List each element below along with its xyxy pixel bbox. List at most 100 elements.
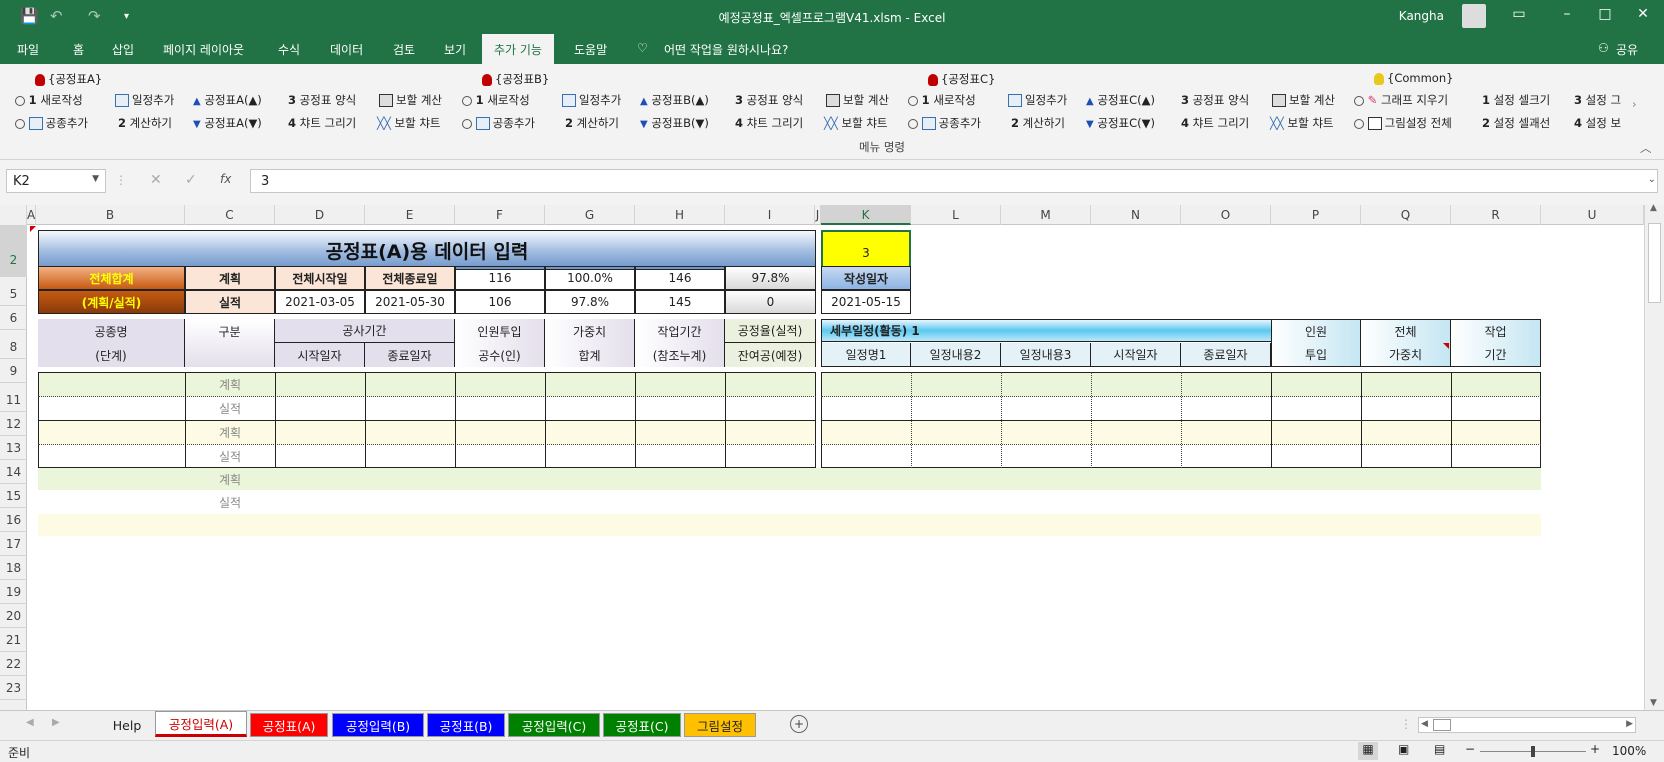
scroll-thumb-horizontal[interactable] <box>1433 719 1451 731</box>
new-button[interactable]: 새로작성 <box>487 93 529 107</box>
row-header-12[interactable]: 12 <box>0 412 27 436</box>
tab-process-input-b[interactable]: 공정입력(B) <box>332 713 424 737</box>
tell-me-search[interactable]: 어떤 작업을 원하시나요? <box>664 41 788 58</box>
plan-end-cell[interactable]: 2021-05-30 <box>365 290 455 314</box>
row-header-15[interactable]: 15 <box>0 484 27 508</box>
form-button[interactable]: 공정표 양식 <box>747 93 804 107</box>
radio-icon[interactable] <box>908 95 918 106</box>
row-header-23[interactable]: 23 <box>0 676 27 700</box>
zoom-slider-thumb[interactable] <box>1531 746 1535 757</box>
row-header-13[interactable]: 13 <box>0 436 27 460</box>
row-header-6[interactable]: 6 <box>0 306 27 330</box>
chevron-right-icon[interactable]: › <box>1632 97 1637 111</box>
next-sheet-icon[interactable]: ▶ <box>52 717 60 728</box>
tab-help[interactable]: 도움말 <box>574 41 607 58</box>
tab-process-chart-c[interactable]: 공정표(C) <box>603 713 681 737</box>
scroll-up-icon[interactable]: ▲ <box>1650 203 1657 213</box>
cell-i6[interactable]: 0 <box>725 290 816 314</box>
cell-size-button[interactable]: 설정 셀크기 <box>1494 93 1551 107</box>
column-header-i[interactable]: I <box>725 205 815 225</box>
close-icon[interactable]: ✕ <box>1628 6 1658 22</box>
radio-icon[interactable] <box>1354 118 1364 129</box>
column-header-r[interactable]: R <box>1451 205 1541 225</box>
tab-review[interactable]: 검토 <box>393 41 415 58</box>
cancel-icon[interactable]: ✕ <box>150 172 162 188</box>
radio-icon[interactable] <box>462 118 472 129</box>
maximize-icon[interactable]: □ <box>1590 6 1620 22</box>
calc-weight-button[interactable]: 보할 계산 <box>396 93 442 107</box>
fx-icon[interactable]: fx <box>220 172 231 186</box>
add-schedule-button[interactable]: 일정추가 <box>1025 93 1067 107</box>
form-button[interactable]: 공정표 양식 <box>1193 93 1250 107</box>
chart-c-down-button[interactable]: 공정표C(▼) <box>1097 116 1155 130</box>
weight-chart-button[interactable]: 보할 챠트 <box>842 116 888 130</box>
add-schedule-button[interactable]: 일정추가 <box>579 93 621 107</box>
chevron-down-icon[interactable]: ▼ <box>92 174 99 184</box>
row-header-16[interactable]: 16 <box>0 508 27 532</box>
tab-process-chart-b[interactable]: 공정표(B) <box>427 713 505 737</box>
cell-i5[interactable]: 97.8% <box>725 266 816 290</box>
column-header-f[interactable]: F <box>455 205 545 225</box>
cell-border-button[interactable]: 설정 셀괘선 <box>1494 116 1551 130</box>
row-header-21[interactable]: 21 <box>0 628 27 652</box>
clear-graph-button[interactable]: 그래프 지우기 <box>1381 93 1448 107</box>
tab-process-input-a[interactable]: 공정입력(A) <box>155 711 247 737</box>
add-schedule-button[interactable]: 일정추가 <box>132 93 174 107</box>
cell-g6[interactable]: 97.8% <box>545 290 635 314</box>
tab-data[interactable]: 데이터 <box>330 41 363 58</box>
column-header-a[interactable]: A <box>27 205 36 225</box>
chart-c-up-button[interactable]: 공정표C(▲) <box>1097 93 1155 107</box>
row-header-2[interactable]: 2 <box>0 225 27 277</box>
row-header-8[interactable]: 8 <box>0 335 27 359</box>
setting-4-button[interactable]: 설정 보 <box>1586 116 1621 130</box>
name-box[interactable]: K2 ▼ <box>6 169 106 193</box>
tab-view[interactable]: 보기 <box>444 41 466 58</box>
vertical-scrollbar[interactable]: ▲ ▼ <box>1644 203 1664 710</box>
row-header-9[interactable]: 9 <box>0 359 27 383</box>
share-button[interactable]: 공유 <box>1616 41 1638 58</box>
enter-icon[interactable]: ✓ <box>185 172 197 188</box>
radio-icon[interactable] <box>908 118 918 129</box>
user-name[interactable]: Kangha <box>1399 9 1444 23</box>
ribbon-display-icon[interactable]: ▭ <box>1504 6 1534 22</box>
tab-home[interactable]: 홈 <box>73 41 84 58</box>
cell-f6[interactable]: 106 <box>455 290 545 314</box>
column-header-l[interactable]: L <box>911 205 1001 225</box>
draw-chart-button[interactable]: 챠트 그리기 <box>747 116 804 130</box>
minimize-icon[interactable]: – <box>1552 6 1582 22</box>
created-date-cell[interactable]: 2021-05-15 <box>821 290 911 314</box>
row-header-20[interactable]: 20 <box>0 604 27 628</box>
cell-h5[interactable]: 146 <box>635 266 725 290</box>
tab-process-input-c[interactable]: 공정입력(C) <box>508 713 600 737</box>
row-header-18[interactable]: 18 <box>0 556 27 580</box>
normal-view-icon[interactable]: ▦ <box>1358 742 1378 760</box>
chart-a-up-button[interactable]: 공정표A(▲) <box>204 93 261 107</box>
radio-icon[interactable] <box>1354 95 1364 106</box>
row-header-19[interactable]: 19 <box>0 580 27 604</box>
column-header-b[interactable]: B <box>36 205 185 225</box>
column-header-e[interactable]: E <box>365 205 455 225</box>
tab-picture-setting[interactable]: 그림설정 <box>684 713 756 737</box>
column-header-m[interactable]: M <box>1001 205 1091 225</box>
avatar[interactable] <box>1462 4 1486 28</box>
worksheet-grid[interactable]: A B C D E F G H I J K L M N O P Q R U 2 … <box>0 205 1664 710</box>
row-band-17[interactable] <box>38 514 1541 536</box>
zoom-out-icon[interactable]: − <box>1465 742 1475 756</box>
cell-g5[interactable]: 100.0% <box>545 266 635 290</box>
add-work-button[interactable]: 공종추가 <box>46 116 88 130</box>
column-header-c[interactable]: C <box>185 205 275 225</box>
collapse-ribbon-icon[interactable]: ︿ <box>1640 140 1652 156</box>
chart-b-down-button[interactable]: 공정표B(▼) <box>651 116 708 130</box>
calculate-button[interactable]: 계산하기 <box>1023 116 1065 130</box>
column-header-g[interactable]: G <box>545 205 635 225</box>
draw-chart-button[interactable]: 챠트 그리기 <box>300 116 357 130</box>
tab-help[interactable]: Help <box>102 713 152 737</box>
row-header-22[interactable]: 22 <box>0 652 27 676</box>
cell-h6[interactable]: 145 <box>635 290 725 314</box>
plan-start-cell[interactable]: 2021-03-05 <box>275 290 365 314</box>
column-header-u[interactable]: U <box>1541 205 1644 225</box>
zoom-in-icon[interactable]: + <box>1590 742 1600 756</box>
zoom-level[interactable]: 100% <box>1612 744 1646 758</box>
new-button[interactable]: 새로작성 <box>40 93 82 107</box>
tab-addins[interactable]: 추가 기능 <box>482 34 554 64</box>
